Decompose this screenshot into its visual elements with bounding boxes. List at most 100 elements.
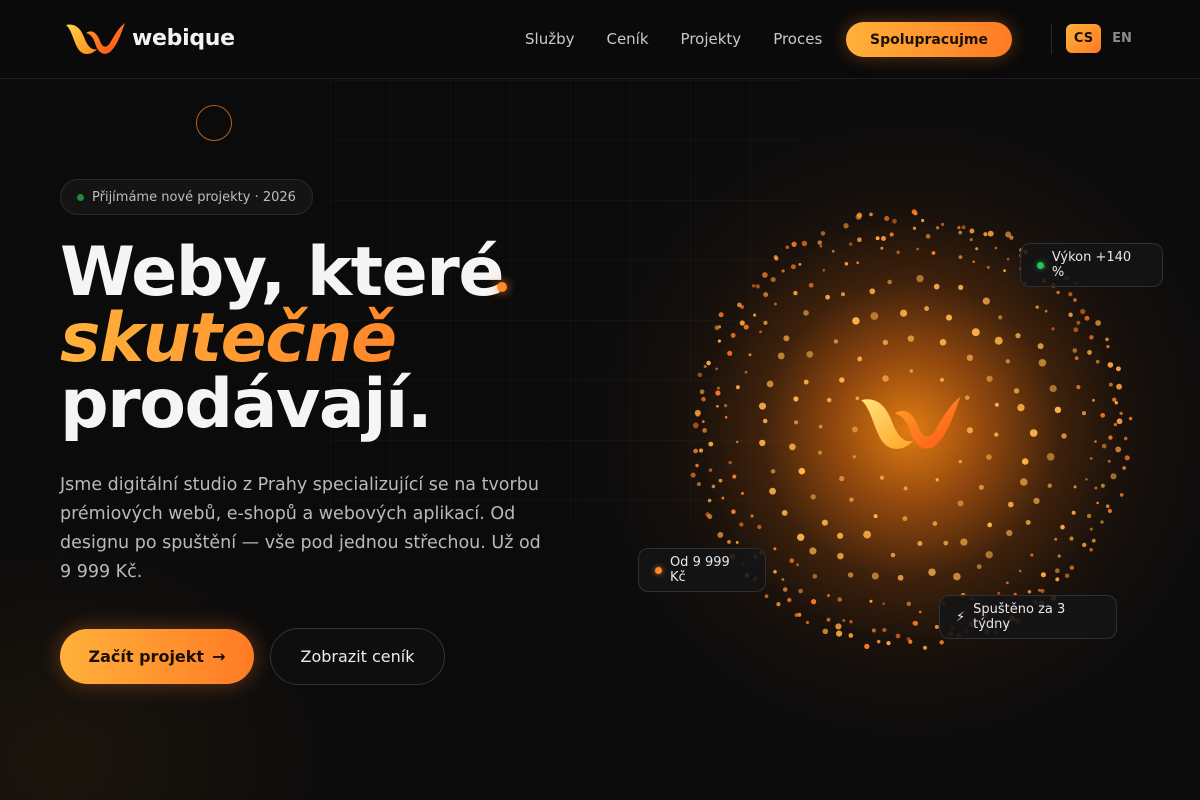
sphere-particle	[1072, 348, 1078, 353]
sphere-particle	[764, 594, 769, 599]
brand-logo[interactable]: webique	[64, 19, 235, 57]
nav-link-projekty[interactable]: Projekty	[681, 30, 742, 48]
sphere-particle	[912, 620, 918, 626]
sphere-particle	[935, 226, 940, 230]
sphere-particle	[986, 375, 993, 382]
sphere-particle	[982, 297, 990, 305]
language-en-button[interactable]: EN	[1106, 24, 1138, 53]
sphere-particle	[1006, 581, 1009, 585]
sphere-particle	[1006, 257, 1010, 261]
sphere-particle	[831, 249, 835, 253]
sphere-particle	[978, 484, 984, 490]
sphere-particle	[884, 215, 890, 222]
stat-performance-text: Výkon +140 %	[1051, 250, 1132, 280]
sphere-particle	[953, 572, 961, 581]
sphere-particle	[900, 309, 908, 317]
sphere-particle	[882, 339, 889, 346]
sphere-particle	[1040, 588, 1045, 593]
stat-performance-card: Výkon +140 %	[1020, 243, 1163, 287]
collaborate-button[interactable]: Spolupracujme	[846, 22, 1012, 57]
sphere-particle	[1054, 406, 1062, 414]
sphere-particle	[766, 380, 774, 388]
sphere-particle	[1027, 590, 1032, 594]
sphere-particle	[1110, 473, 1117, 480]
stat-launch-text: Spuštěno za 3 týdny	[973, 602, 1066, 632]
sphere-particle	[833, 339, 839, 344]
nav-link-proces[interactable]: Proces	[773, 30, 822, 48]
sphere-particle	[826, 617, 831, 622]
sphere-particle	[869, 599, 873, 603]
sphere-particle	[1085, 478, 1088, 481]
sphere-particle	[1071, 510, 1076, 515]
sphere-particle	[1055, 577, 1060, 582]
decorative-ring	[196, 105, 232, 141]
sphere-particle	[922, 645, 928, 650]
sphere-particle	[790, 264, 796, 270]
sphere-particle	[1124, 455, 1130, 461]
sphere-particle	[818, 424, 823, 429]
start-project-button[interactable]: Začít projekt →	[60, 629, 254, 684]
sphere-particle	[739, 522, 744, 527]
sphere-particle	[735, 540, 739, 544]
sphere-particle	[987, 522, 993, 528]
sphere-particle	[957, 500, 964, 507]
sphere-particle	[863, 530, 872, 539]
sphere-particle	[820, 231, 826, 236]
sphere-particle	[890, 552, 896, 558]
sphere-particle	[770, 469, 776, 474]
status-badge: Přijímáme nové projekty · 2026	[60, 179, 313, 215]
sphere-particle	[1112, 397, 1117, 402]
sphere-particle	[1089, 527, 1093, 531]
hero-lead: Jsme digitální studio z Prahy specializu…	[60, 475, 541, 582]
sphere-particle	[1107, 459, 1111, 463]
sphere-particle	[886, 640, 891, 646]
sphere-particle	[728, 460, 732, 465]
sphere-particle	[777, 352, 785, 360]
sphere-particle	[879, 475, 885, 480]
sphere-particle	[1021, 458, 1029, 465]
sphere-particle	[1087, 350, 1092, 355]
headline-line-2-accent: skutečně	[60, 305, 620, 373]
sphere-particle	[715, 390, 721, 396]
sphere-particle	[1006, 529, 1013, 537]
sphere-particle	[699, 389, 705, 395]
sphere-particle	[1105, 504, 1110, 509]
sphere-particle	[1013, 388, 1020, 394]
sphere-particle	[1009, 235, 1014, 240]
sphere-particle	[911, 209, 917, 215]
sphere-particle	[803, 310, 809, 316]
sphere-particle	[928, 568, 936, 576]
sphere-particle	[971, 328, 980, 337]
sphere-particle	[806, 350, 814, 358]
sphere-particle	[826, 397, 832, 403]
sphere-particle	[1119, 493, 1124, 497]
sphere-particle	[1054, 537, 1058, 541]
sphere-particle	[842, 618, 846, 623]
sphere-particle	[958, 230, 963, 235]
sphere-particle	[847, 572, 854, 578]
sphere-particle	[964, 395, 970, 400]
sphere-particle	[1069, 565, 1075, 570]
sphere-particle	[693, 448, 698, 454]
sphere-particle	[750, 514, 754, 518]
nav-link-cenik[interactable]: Ceník	[606, 30, 648, 48]
sphere-particle	[844, 261, 849, 266]
sphere-particle	[1003, 269, 1006, 272]
view-pricing-button[interactable]: Zobrazit ceník	[270, 628, 445, 685]
sphere-particle	[902, 516, 908, 522]
language-cs-button[interactable]: CS	[1066, 24, 1101, 53]
sphere-particle	[1108, 382, 1113, 387]
sphere-particle	[983, 232, 988, 237]
sphere-particle	[931, 251, 936, 255]
sphere-particle	[1105, 337, 1109, 342]
sphere-particle	[822, 268, 826, 272]
sphere-particle	[1089, 335, 1094, 340]
sphere-particle	[774, 302, 777, 306]
sphere-particle	[751, 284, 756, 288]
nav-link-sluzby[interactable]: Služby	[525, 30, 574, 48]
sphere-particle	[1074, 356, 1079, 361]
sphere-particle	[939, 339, 947, 346]
sphere-particle	[798, 588, 803, 594]
sphere-particle	[882, 602, 885, 605]
sphere-particle	[976, 564, 982, 570]
